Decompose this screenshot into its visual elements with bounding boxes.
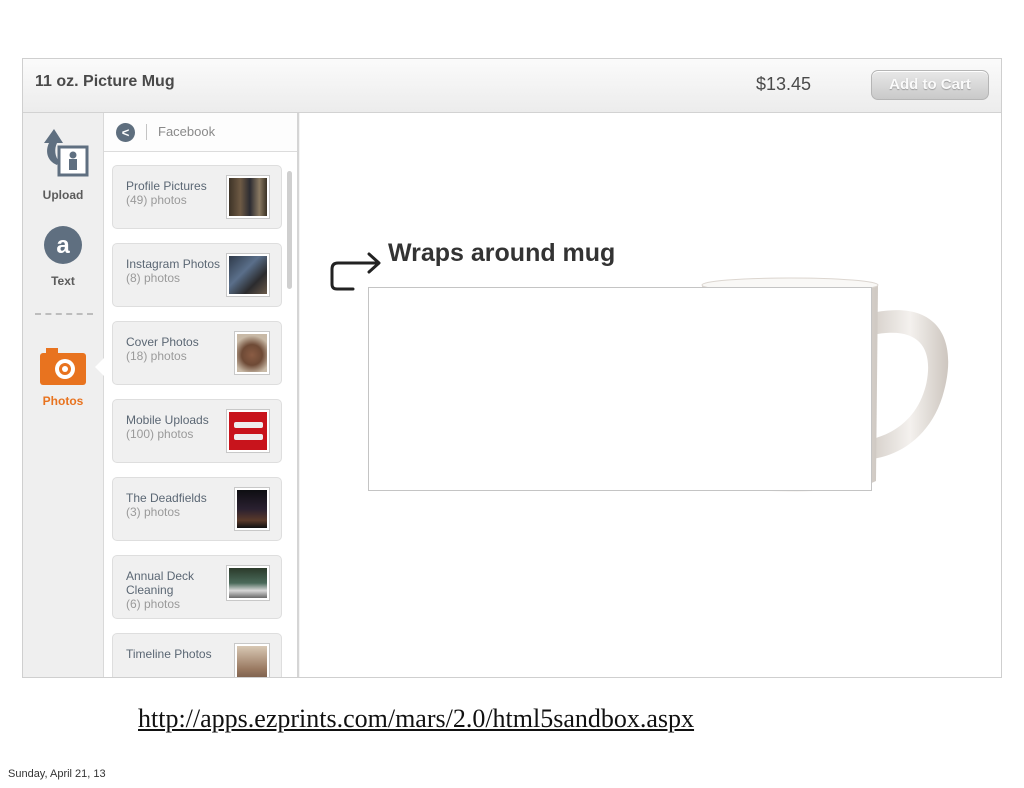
tool-sidebar: Upload a Text Photos [23,113,104,677]
tool-divider [35,313,93,315]
back-button[interactable]: < [116,123,135,142]
camera-icon [40,348,86,385]
album-name: Mobile Uploads (100) photos [126,413,221,441]
album-thumbnail [226,409,270,453]
album-count: (8) photos [126,271,181,285]
album-item[interactable]: Mobile Uploads (100) photos [112,399,282,463]
wraps-around-note: Wraps around mug [388,239,616,267]
text-label: Text [51,274,75,288]
active-tool-pointer [95,358,104,376]
album-panel: < Facebook Profile Pictures (49) photos I… [104,113,299,677]
upload-icon [44,129,89,177]
date-caption: Sunday, April 21, 13 [8,768,106,780]
album-thumbnail [226,565,270,601]
album-item[interactable]: Annual Deck Cleaning (6) photos [112,555,282,619]
mug-designer-window: 11 oz. Picture Mug $13.45 Add to Cart Up… [22,58,1002,678]
source-label: Facebook [158,124,216,139]
album-thumbnail [234,331,270,375]
album-name: Timeline Photos [126,647,212,661]
product-header: 11 oz. Picture Mug $13.45 Add to Cart [23,59,1001,113]
album-name: Profile Pictures (49) photos [126,179,221,207]
album-name: Cover Photos (18) photos [126,335,221,363]
add-to-cart-button[interactable]: Add to Cart [871,70,989,100]
design-canvas: Wraps around mug [300,113,1001,677]
album-item[interactable]: Timeline Photos [112,633,282,677]
album-list: Profile Pictures (49) photos Instagram Ph… [112,165,282,677]
header-separator [146,124,147,140]
product-title: 11 oz. Picture Mug [35,73,175,90]
photos-label: Photos [42,394,84,408]
album-count: (3) photos [126,505,181,519]
album-name: The Deadfields (3) photos [126,491,221,519]
album-count: (49) photos [126,193,187,207]
wrap-arrow-icon [330,252,381,291]
album-count: (18) photos [126,349,187,363]
album-item[interactable]: Instagram Photos (8) photos [112,243,282,307]
print-area[interactable] [368,287,872,491]
album-panel-header: < Facebook [104,113,297,152]
album-count: (100) photos [126,427,194,441]
album-thumbnail [226,175,270,219]
album-item[interactable]: Profile Pictures (49) photos [112,165,282,229]
album-count: (6) photos [126,597,181,611]
album-thumbnail [234,643,270,677]
text-icon: a [44,226,82,264]
upload-tool[interactable]: Upload [23,125,103,202]
text-tool[interactable]: a Text [23,223,103,288]
upload-label: Upload [42,188,84,202]
album-thumbnail [234,487,270,531]
album-name: Instagram Photos (8) photos [126,257,221,285]
album-item[interactable]: Cover Photos (18) photos [112,321,282,385]
album-name: Annual Deck Cleaning (6) photos [126,569,221,611]
album-item[interactable]: The Deadfields (3) photos [112,477,282,541]
photos-tool[interactable]: Photos [23,345,103,408]
svg-text:a: a [56,232,70,259]
price-label: $13.45 [755,74,811,94]
album-scrollbar[interactable] [287,171,292,289]
album-thumbnail [226,253,270,297]
url-caption[interactable]: http://apps.ezprints.com/mars/2.0/html5s… [138,704,694,734]
